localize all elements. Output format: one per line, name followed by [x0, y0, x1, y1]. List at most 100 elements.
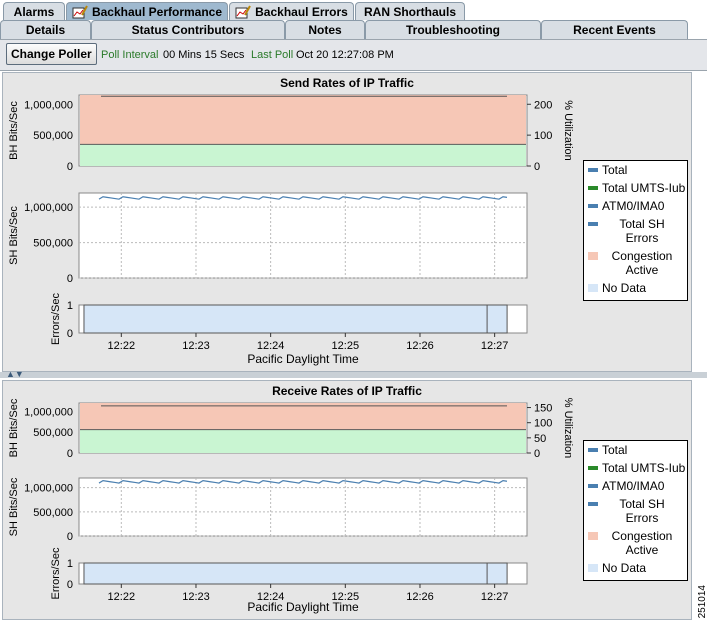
- legend-swatch: [588, 204, 598, 208]
- x-tick-label: 12:22: [108, 340, 136, 352]
- legend-item: Congestion Active: [586, 529, 687, 557]
- y-tick-label: 0: [67, 579, 73, 591]
- last-poll-label: Last Poll: [251, 49, 294, 61]
- x-tick-label: 12:23: [182, 591, 210, 603]
- subtab-status-contributors[interactable]: Status Contributors: [91, 20, 285, 39]
- x-tick-label: 12:27: [481, 340, 509, 352]
- y2-tick-label: 200: [534, 99, 552, 111]
- subtab-notes[interactable]: Notes: [285, 20, 365, 39]
- y-axis-label: SH Bits/Sec: [8, 477, 20, 536]
- legend-swatch: [588, 448, 598, 452]
- legend-item: Congestion Active: [586, 249, 687, 277]
- legend-label: ATM0/IMA0: [602, 199, 665, 213]
- legend-item: ATM0/IMA0: [586, 199, 687, 213]
- y-tick-label: 500,000: [33, 507, 73, 519]
- legend-label: Total UMTS-Iub: [602, 181, 686, 195]
- y2-tick-label: 150: [534, 403, 552, 415]
- y-axis-label: Errors/Sec: [50, 293, 62, 345]
- y2-tick-label: 0: [534, 161, 540, 173]
- y-tick-label: 0: [67, 161, 73, 173]
- poll-interval-label: Poll Interval: [101, 49, 159, 61]
- legend-label: No Data: [602, 281, 647, 295]
- utilization-area: [80, 144, 526, 166]
- tab-label: Backhaul Performance: [91, 4, 223, 19]
- panel-splitter[interactable]: ▲▼: [0, 369, 707, 379]
- chart-pencil-icon: [235, 5, 252, 19]
- y-axis-label: BH Bits/Sec: [8, 101, 20, 160]
- y-tick-label: 500,000: [33, 427, 73, 439]
- y2-tick-label: 100: [534, 130, 552, 142]
- receive-rates-chart: 0500,0001,000,000050100150% UtilizationB…: [8, 398, 574, 614]
- subtab-label: Troubleshooting: [406, 23, 500, 37]
- legend-item: Total: [586, 163, 687, 177]
- legend-swatch: [588, 532, 598, 540]
- y-tick-label: 0: [67, 273, 73, 285]
- x-tick-label: 12:25: [332, 340, 360, 352]
- subtab-strip: Details Status Contributors Notes Troubl…: [0, 20, 707, 39]
- last-poll-value: Oct 20 12:27:08 PM: [296, 49, 394, 61]
- y-axis-label: Errors/Sec: [50, 547, 62, 599]
- tab-ran-shorthauls[interactable]: RAN Shorthauls: [355, 2, 465, 20]
- x-tick-label: 12:27: [481, 591, 509, 603]
- subtab-label: Status Contributors: [131, 23, 245, 37]
- subtab-label: Notes: [308, 23, 342, 37]
- poll-toolbar: Change Poller Poll Interval 00 Mins 15 S…: [0, 39, 707, 71]
- y2-tick-label: 0: [534, 448, 540, 460]
- legend-item: Total UMTS-Iub: [586, 461, 687, 475]
- y-tick-label: 1,000,000: [24, 483, 73, 495]
- legend-item: ATM0/IMA0: [586, 479, 687, 493]
- no-data-band: [83, 562, 508, 585]
- y-axis-label: SH Bits/Sec: [8, 206, 20, 265]
- legend-label: Total SH Errors: [619, 217, 665, 245]
- y-tick-label: 0: [67, 448, 73, 460]
- legend-swatch: [588, 168, 598, 172]
- send-legend: Total Total UMTS-Iub ATM0/IMA0 Total SH Err…: [583, 160, 688, 301]
- legend-item: Total SH Errors: [586, 217, 687, 245]
- x-axis-label: Pacific Daylight Time: [247, 600, 359, 614]
- y-tick-label: 500,000: [33, 130, 73, 142]
- legend-item: No Data: [586, 561, 687, 575]
- y2-axis-label: % Utilization: [562, 398, 574, 459]
- tab-label: Alarms: [13, 4, 55, 19]
- y-tick-label: 0: [67, 531, 73, 543]
- y-axis-label: BH Bits/Sec: [8, 398, 20, 457]
- tab-backhaul-errors[interactable]: Backhaul Errors: [229, 2, 354, 20]
- chart-pencil-icon: [72, 5, 88, 19]
- figure-id: 251014: [697, 585, 707, 619]
- tab-label: Backhaul Errors: [255, 4, 348, 19]
- congestion-area: [80, 403, 526, 430]
- subtab-troubleshooting[interactable]: Troubleshooting: [365, 20, 541, 39]
- utilization-area: [80, 429, 526, 453]
- y2-axis-label: % Utilization: [562, 100, 574, 161]
- legend-label: Congestion Active: [611, 529, 673, 557]
- subtab-label: Details: [25, 23, 66, 37]
- tab-label: RAN Shorthauls: [363, 4, 456, 19]
- subtab-details[interactable]: Details: [0, 20, 91, 39]
- sh-plot-area: [78, 192, 528, 279]
- legend-label: Total: [602, 163, 628, 177]
- x-axis-label: Pacific Daylight Time: [247, 352, 359, 366]
- x-tick-label: 12:24: [257, 340, 285, 352]
- y-tick-label: 500,000: [33, 238, 73, 250]
- legend-label: Total SH Errors: [619, 497, 665, 525]
- legend-item: No Data: [586, 281, 687, 295]
- y2-tick-label: 50: [534, 433, 546, 445]
- legend-swatch: [588, 564, 598, 572]
- sh-plot-area: [78, 477, 528, 537]
- poll-interval-value: 00 Mins 15 Secs: [163, 49, 245, 61]
- legend-swatch: [588, 186, 598, 190]
- legend-label: Total: [602, 443, 628, 457]
- x-tick-label: 12:26: [406, 591, 434, 603]
- tab-backhaul-performance[interactable]: Backhaul Performance: [66, 2, 228, 20]
- tab-alarms[interactable]: Alarms: [3, 2, 65, 20]
- legend-label: ATM0/IMA0: [602, 479, 665, 493]
- y-tick-label: 1,000,000: [24, 202, 73, 214]
- y-tick-label: 1,000,000: [24, 406, 73, 418]
- legend-item: Total SH Errors: [586, 497, 687, 525]
- change-poller-button[interactable]: Change Poller: [6, 43, 97, 65]
- legend-swatch: [588, 484, 598, 488]
- legend-label: Total UMTS-Iub: [602, 461, 686, 475]
- y-tick-label: 1: [67, 300, 73, 312]
- subtab-recent-events[interactable]: Recent Events: [541, 20, 688, 39]
- subtab-label: Recent Events: [573, 23, 656, 37]
